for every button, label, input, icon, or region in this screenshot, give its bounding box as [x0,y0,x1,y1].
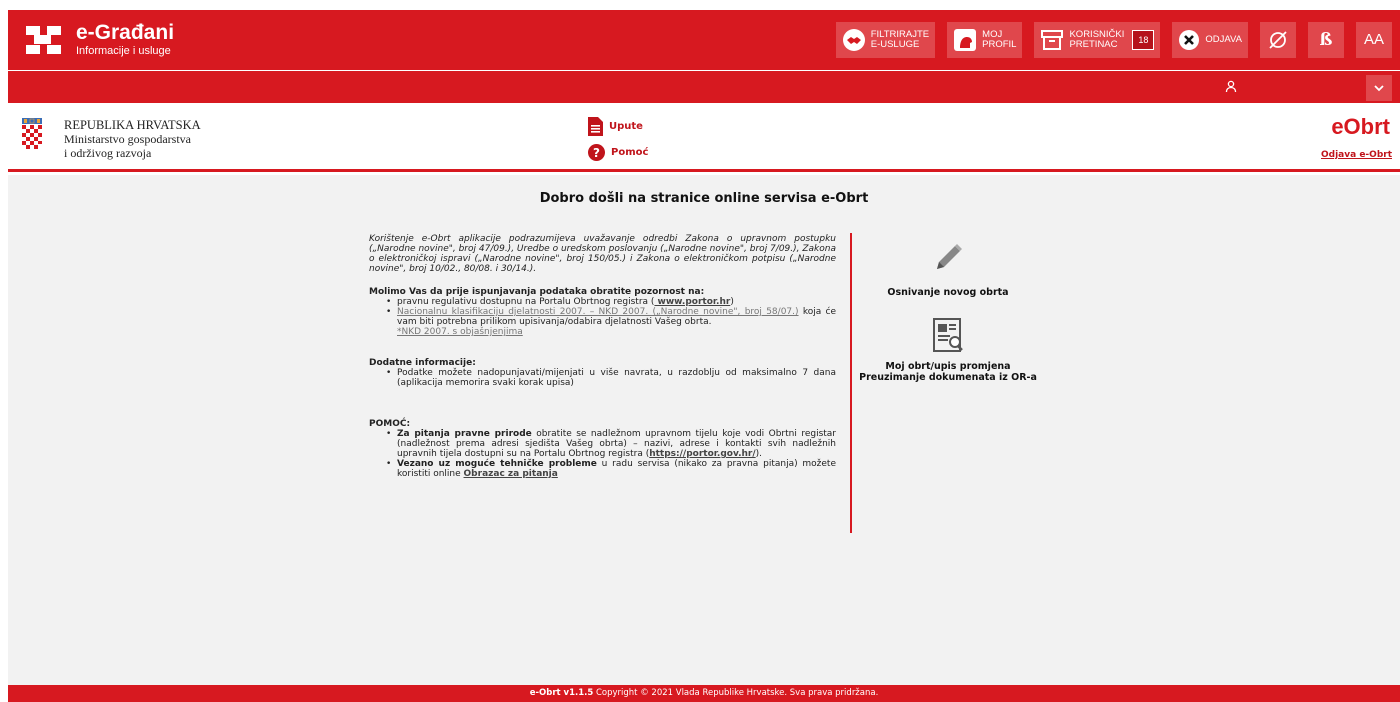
list-item-text: pravnu regulativu dostupnu na Portalu Ob… [397,297,655,307]
ministry-line2: Ministarstvo gospodarstva [64,132,191,146]
nkd-link[interactable]: Nacionalnu klasifikaciju djelatnosti 200… [397,307,799,317]
pencil-icon [858,241,1038,281]
logout-button[interactable]: ODJAVA [1172,22,1248,58]
my-business-label: Moj obrt/upis promjena Preuzimanje dokum… [859,361,1037,383]
top-navigation-bar: e-Građani Informacije i usluge FILTRIRAJ… [8,10,1400,70]
document-icon [588,116,603,136]
chevron-down-icon [1374,84,1384,91]
main-content: Dobro došli na stranice online servisa e… [8,175,1400,685]
list-item: Za pitanja pravne prirode obratite se na… [386,429,836,459]
inbox-icon [1040,29,1064,51]
intro-text: Korištenje e-Obrt aplikacije podrazumije… [369,234,836,274]
help-link[interactable]: ? Pomoć [588,140,648,164]
my-profile-button[interactable]: MOJ PROFIL [947,22,1023,58]
ministry-line3: i održivog razvoja [64,146,152,160]
list-item-end: ). [755,449,763,459]
user-menu-dropdown[interactable] [1366,75,1392,101]
font-toggle-label: ß [1319,30,1333,50]
column-divider [850,233,852,533]
page-footer: e-Obrt v1.1.5 Copyright © 2021 Vlada Rep… [8,685,1400,702]
document-search-icon [858,317,1038,355]
my-business-option[interactable]: Moj obrt/upis promjena Preuzimanje dokum… [858,317,1038,383]
app-version: e-Obrt v1.1.5 [529,688,594,698]
nkd-explained-link[interactable]: *NKD 2007. s objašnjenjima [397,327,523,337]
logout-label: ODJAVA [1205,34,1242,45]
help-label: Pomoć [611,146,649,158]
user-bar [8,71,1400,103]
help-title: POMOĆ: [369,419,411,429]
page-title: Dobro došli na stranice online servisa e… [539,191,869,206]
filter-line2: E-USLUGE [870,39,920,50]
svg-text:?: ? [593,146,600,160]
croatian-coat-of-arms-icon [22,118,42,152]
list-item-bold: Za pitanja pravne prirode [397,429,532,439]
inbox-count-badge: 18 [1132,30,1155,50]
eye-off-icon [1267,29,1289,51]
profile-line2: PROFIL [982,39,1017,50]
ministry-line1: REPUBLIKA HRVATSKA [64,118,201,132]
handshake-icon [842,28,866,52]
app-title: eObrt [1331,114,1390,139]
user-icon[interactable] [1225,79,1237,98]
egradjani-logo-icon [26,26,62,54]
question-form-link[interactable]: Obrazac za pitanja [464,469,558,479]
egradjani-brand[interactable]: e-Građani Informacije i usluge [26,22,174,58]
text-size-button[interactable]: AA [1356,22,1392,58]
help-list: Za pitanja pravne prirode obratite se na… [386,429,836,479]
list-item-end: ) [730,297,734,307]
font-toggle-button[interactable]: ß [1308,22,1344,58]
inbox-line2: PRETINAC [1069,39,1118,50]
attention-title: Molimo Vas da prije ispunjavanja podatak… [369,287,705,297]
page-header: REPUBLIKA HRVATSKA Ministarstvo gospodar… [8,104,1400,172]
instructions-label: Upute [609,120,643,132]
list-item: Vezano uz moguće tehničke probleme u rad… [386,459,836,479]
list-item: Nacionalnu klasifikaciju djelatnosti 200… [386,307,836,337]
filter-services-button[interactable]: FILTRIRAJTE E-USLUGE [835,22,936,58]
list-item: Podatke možete nadopunjavati/mijenjati u… [386,368,836,388]
brand-title: e-Građani [76,21,175,44]
ministry-title: REPUBLIKA HRVATSKA Ministarstvo gospodar… [64,118,201,160]
portor-link[interactable]: www.portor.hr [654,297,731,307]
attention-list: pravnu regulativu dostupnu na Portalu Ob… [386,297,836,337]
accessibility-toggle-button[interactable] [1260,22,1296,58]
brand-subtitle: Informacije i usluge [76,45,171,57]
info-column: Korištenje e-Obrt aplikacije podrazumije… [369,234,836,479]
copyright-text: Copyright © 2021 Vlada Republike Hrvatsk… [593,688,879,698]
additional-list: Podatke možete nadopunjavati/mijenjati u… [386,368,836,388]
text-size-label: AA [1363,31,1384,48]
instructions-link[interactable]: Upute [588,114,648,138]
list-item: pravnu regulativu dostupnu na Portalu Ob… [386,297,836,307]
new-business-option[interactable]: Osnivanje novog obrta [858,241,1038,298]
eobrt-logout-link[interactable]: Odjava e-Obrt [1321,150,1392,160]
new-business-label: Osnivanje novog obrta [887,287,1009,298]
user-inbox-button[interactable]: KORISNIČKI PRETINAC 18 [1034,22,1161,58]
profile-icon [953,28,977,52]
list-item-bold: Vezano uz moguće tehničke probleme [397,459,597,469]
additional-info-title: Dodatne informacije: [369,358,476,368]
question-icon: ? [588,143,605,161]
close-icon [1178,29,1200,51]
portor-gov-link[interactable]: https://portor.gov.hr/ [649,449,755,459]
